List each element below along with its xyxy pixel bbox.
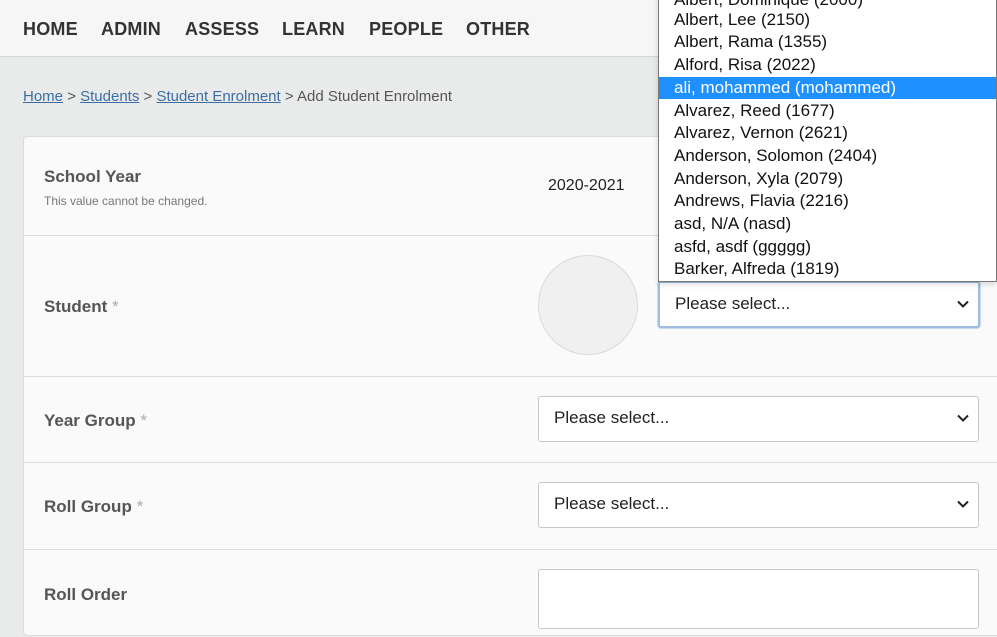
- roll-order-input[interactable]: [538, 569, 979, 629]
- student-select-value: Please select...: [675, 294, 791, 313]
- dropdown-option[interactable]: Anderson, Solomon (2404): [659, 145, 996, 168]
- year-group-select[interactable]: Please select...: [538, 396, 979, 442]
- required-marker: *: [112, 297, 119, 316]
- dropdown-option[interactable]: asfd, asdf (ggggg): [659, 236, 996, 259]
- nav-item-people[interactable]: PEOPLE: [369, 19, 443, 40]
- school-year-label: School Year: [44, 167, 142, 186]
- roll-order-label: Roll Order: [44, 585, 128, 604]
- dropdown-option[interactable]: Albert, Rama (1355): [659, 31, 996, 54]
- school-year-value: 2020-2021: [548, 177, 625, 194]
- student-label: Student *: [44, 297, 119, 316]
- roll-group-row: Roll Group * Please select...: [24, 462, 997, 550]
- breadcrumb-home-link[interactable]: Home: [23, 88, 63, 105]
- dropdown-option-highlighted[interactable]: ali, mohammed (mohammed): [659, 76, 996, 100]
- dropdown-option[interactable]: Andrews, Flavia (2216): [659, 190, 996, 213]
- year-group-row: Year Group * Please select...: [24, 376, 997, 463]
- dropdown-option[interactable]: asd, N/A (nasd): [659, 213, 996, 236]
- chevron-down-icon: [957, 500, 969, 508]
- roll-group-select[interactable]: Please select...: [538, 482, 979, 528]
- chevron-down-icon: [957, 300, 969, 308]
- nav-item-assess[interactable]: ASSESS: [185, 19, 259, 40]
- dropdown-option[interactable]: Alford, Risa (2022): [659, 54, 996, 77]
- breadcrumb-separator: >: [67, 88, 76, 105]
- breadcrumb-student-enrolment-link[interactable]: Student Enrolment: [156, 88, 280, 105]
- required-marker: *: [136, 497, 144, 516]
- nav-item-admin[interactable]: ADMIN: [101, 19, 161, 40]
- dropdown-option[interactable]: Barker, Alfreda (1819): [659, 258, 996, 281]
- roll-order-row: Roll Order: [24, 549, 997, 637]
- dropdown-option[interactable]: Alvarez, Reed (1677): [659, 100, 996, 123]
- dropdown-option[interactable]: Albert, Lee (2150): [659, 9, 996, 32]
- roll-group-select-value: Please select...: [554, 494, 670, 513]
- breadcrumb-current: Add Student Enrolment: [296, 88, 453, 105]
- breadcrumb-separator: >: [284, 88, 294, 105]
- required-marker: *: [140, 411, 147, 430]
- nav-item-other[interactable]: OTHER: [466, 19, 530, 40]
- chevron-down-icon: [957, 414, 969, 422]
- roll-group-label: Roll Group *: [44, 497, 144, 516]
- breadcrumb-separator: >: [143, 88, 153, 105]
- student-avatar: [538, 255, 638, 355]
- dropdown-option[interactable]: Alvarez, Vernon (2621): [659, 122, 996, 145]
- year-group-select-value: Please select...: [554, 408, 670, 427]
- year-group-label: Year Group *: [44, 411, 147, 430]
- nav-item-learn[interactable]: LEARN: [282, 19, 345, 40]
- nav-item-home[interactable]: HOME: [23, 19, 78, 40]
- student-select[interactable]: Please select...: [658, 281, 980, 328]
- dropdown-option[interactable]: Anderson, Xyla (2079): [659, 168, 996, 191]
- student-dropdown-list[interactable]: Albert, Dominique (2000) Albert, Lee (21…: [658, 0, 997, 282]
- school-year-hint: This value cannot be changed.: [44, 194, 208, 208]
- breadcrumb: Home > Students > Student Enrolment > Ad…: [23, 88, 452, 105]
- breadcrumb-students-link[interactable]: Students: [80, 88, 139, 105]
